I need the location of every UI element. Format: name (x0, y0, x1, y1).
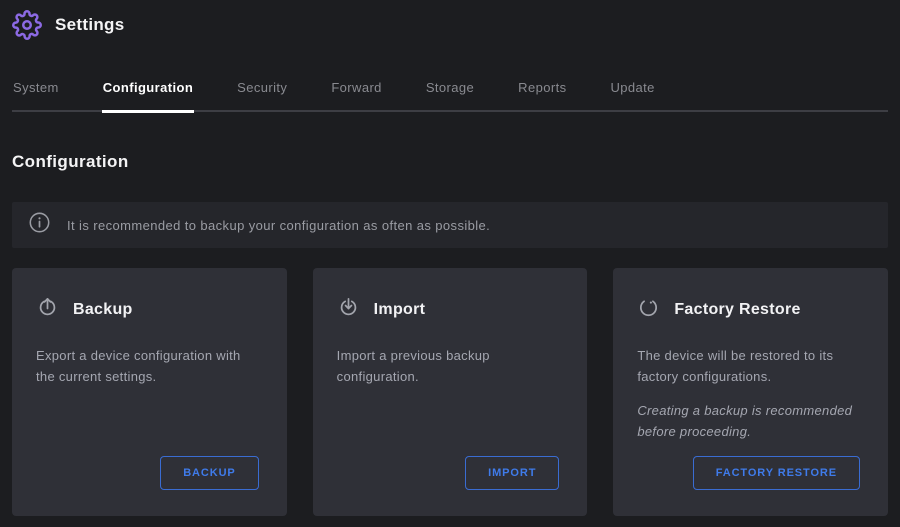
settings-tab-bar: System Configuration Security Forward St… (0, 74, 900, 112)
tab-configuration[interactable]: Configuration (102, 74, 194, 113)
backup-card: Backup Export a device configuration wit… (12, 268, 287, 516)
import-card-header: Import (337, 296, 564, 324)
tab-system[interactable]: System (12, 74, 60, 113)
tab-forward[interactable]: Forward (330, 74, 382, 113)
page-title: Settings (55, 15, 124, 35)
info-icon (28, 211, 51, 239)
factory-restore-card-description: The device will be restored to its facto… (637, 345, 864, 387)
tab-storage[interactable]: Storage (425, 74, 475, 113)
backup-card-header: Backup (36, 296, 263, 324)
restore-icon (637, 296, 660, 324)
download-arrow-icon (337, 296, 360, 324)
factory-restore-card-header: Factory Restore (637, 296, 864, 324)
upload-arrow-icon (36, 296, 59, 324)
import-card: Import Import a previous backup configur… (313, 268, 588, 516)
section-title: Configuration (12, 152, 888, 172)
factory-restore-card: Factory Restore The device will be resto… (613, 268, 888, 516)
tab-security[interactable]: Security (236, 74, 288, 113)
tab-update[interactable]: Update (609, 74, 655, 113)
backup-card-description: Export a device configuration with the c… (36, 345, 263, 387)
banner-text: It is recommended to backup your configu… (67, 218, 490, 233)
gear-icon (12, 10, 42, 40)
import-button[interactable]: IMPORT (465, 456, 559, 490)
backup-card-title: Backup (73, 301, 133, 319)
info-banner: It is recommended to backup your configu… (12, 202, 888, 248)
tab-reports[interactable]: Reports (517, 74, 567, 113)
factory-restore-card-title: Factory Restore (674, 301, 800, 319)
app-header: Settings (0, 0, 900, 48)
factory-restore-button[interactable]: FACTORY RESTORE (693, 456, 860, 490)
configuration-cards: Backup Export a device configuration wit… (12, 268, 888, 516)
backup-button[interactable]: BACKUP (160, 456, 258, 490)
factory-restore-card-note: Creating a backup is recommended before … (637, 400, 864, 442)
import-card-description: Import a previous backup configuration. (337, 345, 564, 387)
import-card-title: Import (374, 301, 426, 319)
